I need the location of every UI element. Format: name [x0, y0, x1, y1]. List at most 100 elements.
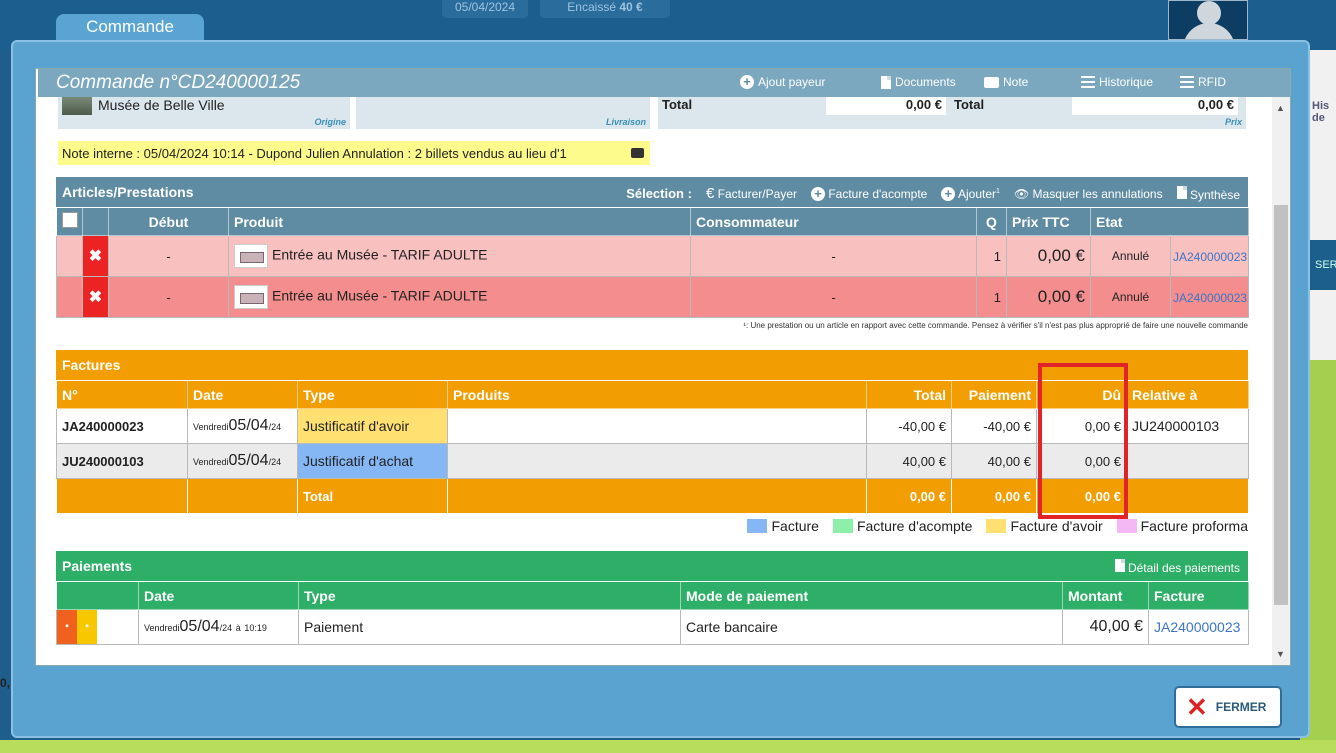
legend-facture-acompte: Facture d'acompte [832, 518, 972, 534]
internal-note-text: Note interne : 05/04/2024 10:14 - Dupond… [62, 146, 567, 161]
col-produit: Produit [228, 207, 691, 236]
col-debut: Début [108, 207, 229, 236]
select-all-checkbox[interactable] [62, 212, 78, 228]
livraison-label: Livraison [605, 117, 646, 127]
ajouter-button[interactable]: + Ajouter1 [941, 186, 1000, 201]
rfid-icon [1180, 76, 1194, 88]
row-checkbox-cell[interactable] [56, 276, 83, 318]
articles-footnote: ¹: Une prestation ou un article en rappo… [743, 321, 1248, 330]
vertical-scrollbar[interactable]: ▲ ▼ [1272, 97, 1290, 665]
order-titlebar: Commande n°CD240000125 + Ajout payeur Doc… [38, 69, 1290, 97]
legend-facture-avoir: Facture d'avoir [986, 518, 1103, 534]
comment-icon[interactable] [631, 148, 644, 158]
historique-button[interactable]: Historique [1081, 75, 1153, 89]
product-cell: Entrée au Musée - TARIF ADULTE [228, 276, 691, 318]
articles-title: Articles/Prestations [62, 184, 194, 200]
scroll-up-icon[interactable]: ▲ [1276, 103, 1285, 113]
origin-name: Musée de Belle Ville [98, 97, 225, 113]
invoice-link[interactable]: JA240000023 [1173, 250, 1247, 264]
invoice-legend: Facture Facture d'acompte Facture d'avoi… [56, 518, 1248, 534]
paiements-header: Paiements Détail des paiements [56, 551, 1248, 581]
product-cell: Entrée au Musée - TARIF ADULTE [228, 235, 691, 277]
tab-commande[interactable]: Commande [56, 14, 204, 42]
background-bottom-bar [0, 740, 1336, 753]
note-button[interactable]: Note [984, 75, 1028, 89]
documents-button[interactable]: Documents [881, 75, 956, 89]
plus-circle-icon: + [810, 186, 825, 201]
legend-facture-proforma: Facture proforma [1116, 518, 1248, 534]
articles-table: Début Produit Consommateur Q Prix TTC Et… [56, 207, 1250, 318]
internal-note[interactable]: Note interne : 05/04/2024 10:14 - Dupond… [58, 141, 650, 165]
invoice-date: Vendredi05/04/24 [187, 408, 298, 444]
paiements-title: Paiements [62, 558, 133, 574]
invoice-type: Justificatif d'achat [297, 443, 448, 479]
invoice-date: Vendredi05/04/24 [187, 443, 298, 479]
origin-label: Origine [314, 117, 346, 127]
ticket-icon [234, 285, 268, 309]
col-consommateur: Consommateur [690, 207, 977, 236]
cancel-icon[interactable]: ✖ [82, 235, 109, 277]
prix-label: Prix [1224, 117, 1242, 127]
invoice-number[interactable]: JU240000103 [56, 443, 188, 479]
rfid-button[interactable]: RFID [1180, 75, 1226, 89]
col-total: Total [866, 380, 952, 409]
invoice-link[interactable]: JA240000023 [1173, 291, 1247, 305]
table-row[interactable]: ▪ ▪ Vendredi05/04/24 à 10:19 Paiement Car… [56, 609, 1249, 645]
total-label-1: Total [662, 97, 693, 112]
plus-circle-icon: + [740, 75, 754, 89]
col-type: Type [297, 380, 448, 409]
col-numero: N° [56, 380, 188, 409]
document-icon [1176, 185, 1187, 199]
col-montant: Montant [1062, 581, 1149, 610]
col-mode: Mode de paiement [680, 581, 1063, 610]
articles-actions: Sélection : € Facturer/Payer + Facture d… [626, 185, 1240, 202]
scrollbar-thumb[interactable] [1274, 205, 1288, 605]
row-checkbox-cell[interactable] [56, 235, 83, 277]
livraison-box: Livraison [356, 97, 650, 129]
articles-section: Articles/Prestations Sélection : € Factu… [56, 177, 1250, 330]
list-icon [1081, 76, 1095, 88]
user-avatar[interactable] [1168, 0, 1248, 40]
select-all-cell [56, 207, 83, 236]
totals-box: Total 0,00 € Total 0,00 € Prix [658, 97, 1246, 129]
order-title: Commande n°CD240000125 [56, 72, 301, 93]
ticket-icon [234, 244, 268, 268]
comment-icon[interactable]: ▪ [77, 610, 97, 644]
cancel-icon[interactable]: ✖ [82, 276, 109, 318]
col-date: Date [187, 380, 298, 409]
date-chip: 05/04/2024 [442, 0, 528, 18]
document-icon[interactable]: ▪ [57, 610, 77, 644]
fermer-button[interactable]: ✕ FERMER [1174, 686, 1282, 728]
detail-paiements-button[interactable]: Détail des paiements [1114, 559, 1240, 575]
scroll-down-icon[interactable]: ▼ [1276, 649, 1285, 659]
document-icon [1114, 559, 1125, 572]
facturer-payer-button[interactable]: € Facturer/Payer [706, 185, 797, 202]
invoice-type: Justificatif d'avoir [297, 408, 448, 444]
ajout-payeur-button[interactable]: + Ajout payeur [740, 75, 825, 89]
payment-date: Vendredi05/04/24 à 10:19 [138, 609, 299, 645]
table-row[interactable]: ✖ - Entrée au Musée - TARIF ADULTE - 1 0… [56, 276, 1250, 318]
facture-acompte-button[interactable]: + Facture d'acompte [810, 186, 927, 201]
masquer-annulations-button[interactable]: 👁 Masquer les annulations [1014, 187, 1163, 201]
col-type: Type [298, 581, 681, 610]
legend-facture: Facture [747, 518, 819, 534]
eye-slash-icon: 👁 [1013, 186, 1030, 201]
col-paiement: Paiement [951, 380, 1037, 409]
col-facture: Facture [1148, 581, 1249, 610]
background-left-text: 0, [0, 676, 11, 690]
invoice-link[interactable]: JA240000023 [1154, 619, 1240, 635]
plus-circle-icon: + [941, 186, 956, 201]
col-relative: Relative à [1126, 380, 1249, 409]
col-etat: Etat [1089, 207, 1250, 236]
synthese-button[interactable]: Synthèse [1176, 185, 1240, 202]
col-produits: Produits [447, 380, 867, 409]
comment-icon [984, 76, 999, 88]
table-row[interactable]: ✖ - Entrée au Musée - TARIF ADULTE - 1 0… [56, 235, 1250, 277]
total-label-2: Total [954, 97, 985, 112]
selection-label: Sélection : [626, 186, 692, 201]
col-q: Q [976, 207, 1007, 236]
total-value-1: 0,00 € [826, 97, 946, 115]
close-icon: ✕ [1186, 692, 1208, 722]
museum-thumbnail [62, 97, 92, 115]
invoice-number[interactable]: JA240000023 [56, 408, 188, 444]
